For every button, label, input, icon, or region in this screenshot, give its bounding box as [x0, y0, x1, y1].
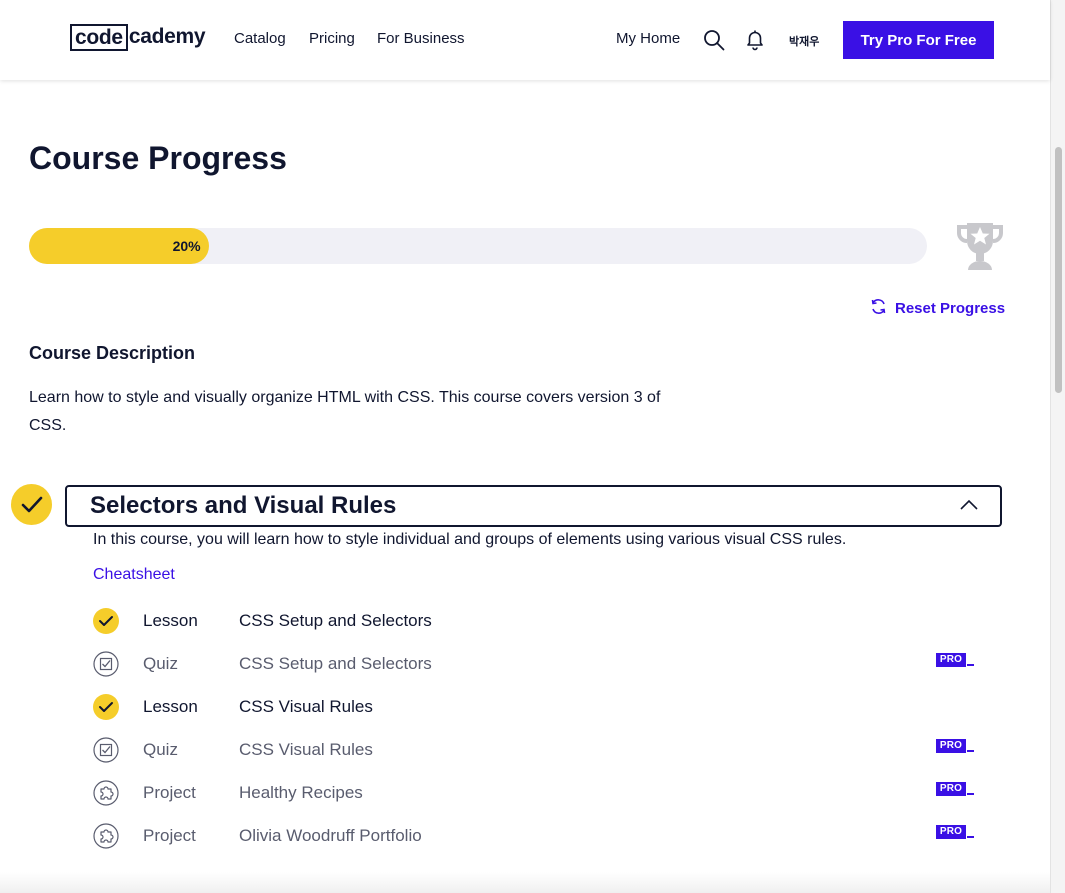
pro-underscore: [967, 750, 974, 752]
item-name: CSS Visual Rules: [239, 697, 373, 716]
try-pro-button[interactable]: Try Pro For Free: [843, 21, 994, 59]
item-type: Lesson: [143, 697, 198, 716]
pro-badge: PRO: [936, 782, 974, 800]
module-description: In this course, you will learn how to st…: [93, 531, 847, 548]
module-title: Selectors and Visual Rules: [90, 492, 397, 519]
chevron-up-icon[interactable]: [960, 498, 978, 516]
pro-underscore: [967, 664, 974, 666]
page-title: Course Progress: [29, 140, 287, 176]
quiz-icon: [93, 737, 119, 763]
reset-progress-button[interactable]: Reset Progress: [870, 298, 1005, 319]
item-type: Lesson: [143, 611, 198, 630]
my-home-link[interactable]: My Home: [616, 30, 680, 47]
item-name: Healthy Recipes: [239, 783, 363, 802]
item-type: Project: [143, 783, 196, 802]
pro-underscore: [967, 836, 974, 838]
logo-rest-text: cademy: [128, 25, 206, 48]
content-item-quiz[interactable]: Quiz CSS Visual Rules PRO: [93, 734, 983, 764]
bell-icon[interactable]: [745, 29, 765, 56]
refresh-icon: [870, 298, 887, 319]
content-item-lesson[interactable]: Lesson CSS Setup and Selectors: [93, 605, 983, 635]
item-name: CSS Visual Rules: [239, 740, 373, 759]
search-icon[interactable]: [703, 29, 725, 56]
bottom-fade: [0, 872, 1050, 893]
checkmark-icon: [93, 608, 119, 634]
item-type: Quiz: [143, 654, 178, 673]
codecademy-logo[interactable]: code cademy: [70, 23, 206, 51]
item-type: Quiz: [143, 740, 178, 759]
course-progress-bar: 20%: [29, 228, 927, 264]
module-accordion-header[interactable]: Selectors and Visual Rules: [65, 485, 1002, 527]
item-name: CSS Setup and Selectors: [239, 654, 432, 673]
content-item-lesson[interactable]: Lesson CSS Visual Rules: [93, 691, 983, 721]
course-description-heading: Course Description: [29, 343, 196, 363]
pro-label: PRO: [936, 782, 966, 796]
trophy-icon: [955, 221, 1005, 276]
content-item-project[interactable]: Project Olivia Woodruff Portfolio PRO: [93, 820, 983, 850]
pro-badge: PRO: [936, 739, 974, 757]
content-item-project[interactable]: Project Healthy Recipes PRO: [93, 777, 983, 807]
puzzle-icon: [93, 780, 119, 806]
pro-label: PRO: [936, 739, 966, 753]
pro-underscore: [967, 793, 974, 795]
progress-percent-label: 20%: [172, 238, 201, 254]
top-navigation-bar: code cademy Catalog Pricing For Business …: [0, 0, 1050, 80]
reset-progress-label: Reset Progress: [895, 300, 1006, 317]
nav-for-business-link[interactable]: For Business: [377, 30, 465, 47]
pro-label: PRO: [936, 825, 966, 839]
item-type: Project: [143, 826, 196, 845]
puzzle-icon: [93, 823, 119, 849]
nav-catalog-link[interactable]: Catalog: [234, 30, 286, 47]
content-item-quiz[interactable]: Quiz CSS Setup and Selectors PRO: [93, 648, 983, 678]
user-name[interactable]: 박재우: [789, 33, 819, 49]
cheatsheet-link[interactable]: Cheatsheet: [93, 566, 175, 584]
pro-badge: PRO: [936, 825, 974, 843]
checkmark-icon: [93, 694, 119, 720]
pro-badge: PRO: [936, 653, 974, 671]
course-description-text: Learn how to style and visually organize…: [29, 389, 661, 434]
logo-box-text: code: [70, 23, 128, 51]
item-name: CSS Setup and Selectors: [239, 611, 432, 630]
pro-label: PRO: [936, 653, 966, 667]
vertical-scrollbar[interactable]: [1050, 0, 1065, 893]
item-name: Olivia Woodruff Portfolio: [239, 826, 422, 845]
progress-bar-fill: 20%: [29, 228, 209, 264]
scrollbar-thumb[interactable]: [1055, 147, 1062, 393]
module-completed-checkmark-icon: [11, 484, 52, 525]
quiz-icon: [93, 651, 119, 677]
nav-pricing-link[interactable]: Pricing: [309, 30, 355, 47]
